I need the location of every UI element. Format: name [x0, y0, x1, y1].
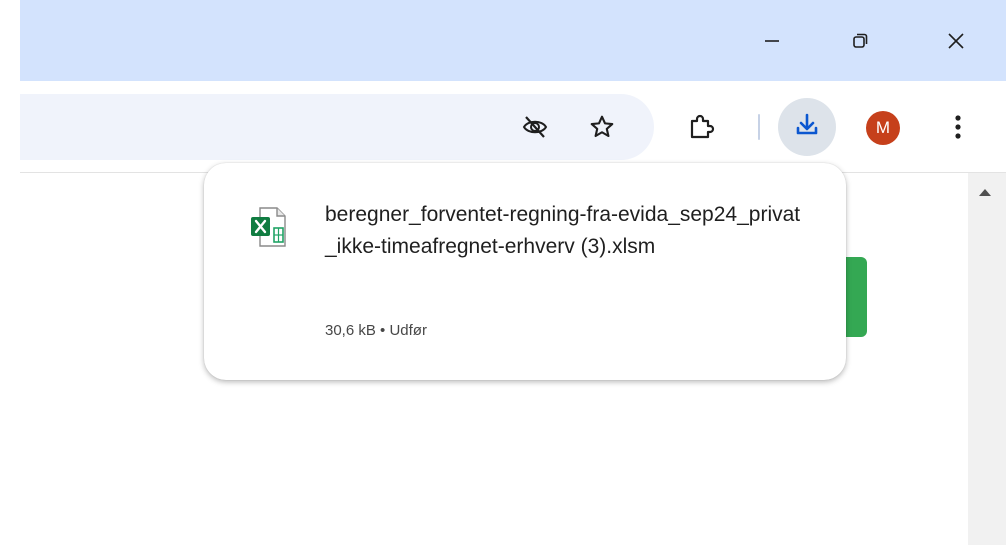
close-window-button[interactable] — [912, 0, 1000, 81]
browser-window: M beregner_forventet-regning-fra-evida_s… — [0, 0, 1006, 545]
minimize-icon — [762, 31, 782, 51]
restore-icon — [850, 31, 870, 51]
download-file-status: 30,6 kB • Udfør — [325, 322, 427, 339]
scroll-up-arrow-icon[interactable] — [979, 189, 991, 196]
profile-avatar[interactable]: M — [866, 111, 900, 145]
title-bar — [20, 0, 1006, 81]
address-bar[interactable] — [20, 94, 654, 160]
kebab-menu-icon[interactable] — [942, 111, 974, 143]
toolbar-divider — [758, 114, 760, 140]
excel-file-icon — [250, 207, 286, 252]
eye-off-icon[interactable] — [520, 112, 550, 142]
close-icon — [945, 30, 967, 52]
download-icon — [793, 111, 821, 144]
star-icon[interactable] — [587, 112, 617, 142]
restore-button[interactable] — [816, 0, 904, 81]
minimize-button[interactable] — [728, 0, 816, 81]
browser-toolbar: M — [20, 81, 1006, 173]
page-action-button[interactable] — [846, 257, 867, 337]
download-file-name[interactable]: beregner_forventet-regning-fra-evida_sep… — [325, 199, 805, 263]
vertical-scrollbar[interactable] — [968, 173, 1006, 545]
downloads-button[interactable] — [778, 98, 836, 156]
download-bubble: beregner_forventet-regning-fra-evida_sep… — [204, 163, 846, 380]
puzzle-icon[interactable] — [685, 111, 717, 143]
